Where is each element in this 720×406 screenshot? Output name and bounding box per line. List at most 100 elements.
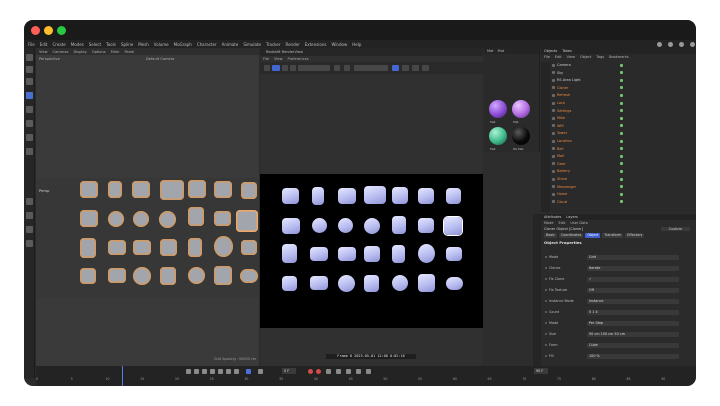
object-row[interactable]: Refresh (552, 92, 686, 98)
scene-object-key[interactable] (132, 181, 150, 198)
object-row[interactable]: Messenger (552, 184, 686, 190)
scene-object-monitor[interactable] (160, 180, 184, 200)
objects-menu-tags[interactable]: Tags (596, 55, 604, 59)
render-view-menu-file[interactable]: File (263, 57, 269, 61)
menu-spline[interactable]: Spline (121, 42, 133, 47)
scene-object-camera[interactable] (108, 268, 126, 283)
visibility-check-icon[interactable] (620, 71, 623, 75)
material-ball-1[interactable] (489, 100, 507, 118)
objects-menu-edit[interactable]: Edit (555, 55, 562, 59)
object-row[interactable]: Camera (552, 62, 686, 68)
object-row[interactable]: Gear (552, 161, 686, 167)
attribute-mode-dropdown[interactable]: Custom (660, 227, 690, 231)
select-tool-icon[interactable] (26, 54, 33, 61)
beauty-aov-dropdown[interactable] (298, 65, 330, 71)
scene-object-flash[interactable] (188, 238, 202, 257)
attribute-value[interactable]: Grid (587, 255, 679, 260)
material-tab-2[interactable]: Mat (498, 49, 505, 53)
zoom-fit-icon[interactable] (344, 65, 350, 71)
render-canvas[interactable] (260, 174, 483, 328)
scene-object-chat[interactable] (241, 240, 257, 255)
record-icon[interactable] (308, 369, 313, 374)
animate-dot-icon[interactable] (545, 311, 547, 313)
autokey-icon[interactable] (316, 369, 321, 374)
scene-object-bell[interactable] (188, 207, 204, 226)
model-mode-icon[interactable] (26, 92, 33, 99)
render-icon[interactable] (679, 41, 684, 47)
attribute-value[interactable]: Per Step (587, 321, 679, 326)
material-ball-4[interactable] (512, 127, 530, 145)
menu-extensions[interactable]: Extensions (305, 42, 327, 47)
tab-objects[interactable]: Objects (544, 49, 557, 53)
visibility-check-icon[interactable] (620, 93, 623, 97)
position-key-icon[interactable] (336, 369, 341, 374)
attribute-value[interactable]: ✓ (587, 277, 679, 282)
history-icon[interactable] (402, 65, 409, 71)
viewport-menu-display[interactable]: Display (74, 50, 87, 54)
scene-object-gear[interactable] (133, 267, 151, 285)
animate-dot-icon[interactable] (545, 267, 547, 269)
menu-render[interactable]: Render (285, 42, 299, 47)
scene-object-calendar[interactable] (80, 268, 96, 284)
menu-edit[interactable]: Edit (40, 42, 48, 47)
attributes-menu-mode[interactable]: Mode (544, 221, 554, 225)
playback-settings-icon[interactable] (258, 369, 263, 374)
visibility-check-icon[interactable] (620, 86, 623, 90)
prev-frame-icon[interactable] (202, 369, 207, 374)
tab-layers[interactable]: Layers (566, 215, 578, 219)
scene-object-umbrella[interactable] (160, 267, 176, 285)
animate-dot-icon[interactable] (545, 300, 547, 302)
next-frame-icon[interactable] (218, 369, 223, 374)
current-frame-field[interactable]: 0 F (282, 368, 296, 374)
viewport-menu-cameras[interactable]: Cameras (53, 50, 69, 54)
scene-object-refresh-2[interactable] (241, 182, 257, 199)
visibility-check-icon[interactable] (620, 200, 623, 204)
menu-window[interactable]: Window (331, 42, 347, 47)
render-region-icon[interactable] (272, 65, 280, 71)
menu-tools[interactable]: Tools (106, 42, 116, 47)
rotate-tool-icon[interactable] (26, 78, 33, 85)
attribute-tab-basic[interactable]: Basic (544, 233, 557, 238)
attribute-value[interactable]: Off (587, 288, 679, 293)
visibility-check-icon[interactable] (620, 169, 623, 173)
menu-mograph[interactable]: MoGraph (174, 42, 192, 47)
animate-dot-icon[interactable] (545, 344, 547, 346)
object-row[interactable]: Tower (552, 130, 686, 136)
visibility-check-icon[interactable] (620, 131, 623, 135)
scene-object-selected-image[interactable] (236, 210, 258, 232)
render-view-menu-preferences[interactable]: Preferences (288, 57, 309, 61)
timeline[interactable]: 0 F 90 F 0 5 10 15 20 25 30 35 40 45 50 55 60 65 70 75 8… (36, 366, 696, 386)
attribute-tab-transform[interactable]: Transform (602, 233, 624, 238)
render-view-menu-view[interactable]: View (274, 57, 283, 61)
lut-icon[interactable] (422, 65, 429, 71)
visibility-check-icon[interactable] (620, 63, 623, 67)
viewport-menu-view[interactable]: View (39, 50, 48, 54)
end-frame-field[interactable]: 90 F (534, 368, 548, 374)
visibility-check-icon[interactable] (620, 162, 623, 166)
attribute-value[interactable]: Instance (587, 299, 679, 304)
goto-start-icon[interactable] (186, 369, 191, 374)
menu-modes[interactable]: Modes (71, 42, 84, 47)
rotation-key-icon[interactable] (356, 369, 361, 374)
move-tool-icon[interactable] (26, 66, 33, 73)
visibility-check-icon[interactable] (620, 124, 623, 128)
scene-object-speaker[interactable] (214, 211, 231, 226)
scene-object-refresh[interactable] (80, 181, 98, 198)
points-mode-icon[interactable] (26, 120, 33, 127)
object-row[interactable]: Mike (552, 115, 686, 121)
object-row[interactable]: Share (552, 176, 686, 182)
objects-menu-file[interactable]: File (544, 55, 550, 59)
animate-dot-icon[interactable] (545, 333, 547, 335)
menu-help[interactable]: Help (352, 42, 361, 47)
visibility-check-icon[interactable] (620, 101, 623, 105)
menu-select[interactable]: Select (89, 42, 101, 47)
animate-dot-icon[interactable] (545, 322, 547, 324)
attribute-value[interactable]: 100 % (587, 354, 679, 359)
material-ball-3[interactable] (489, 127, 507, 145)
scene-object-lock[interactable] (108, 181, 122, 198)
object-row[interactable]: Battery (552, 168, 686, 174)
attribute-value[interactable]: Cube (587, 343, 679, 348)
brush-tool-icon[interactable] (26, 240, 33, 247)
polygons-mode-icon[interactable] (26, 148, 33, 155)
menu-tracker[interactable]: Tracker (266, 42, 280, 47)
